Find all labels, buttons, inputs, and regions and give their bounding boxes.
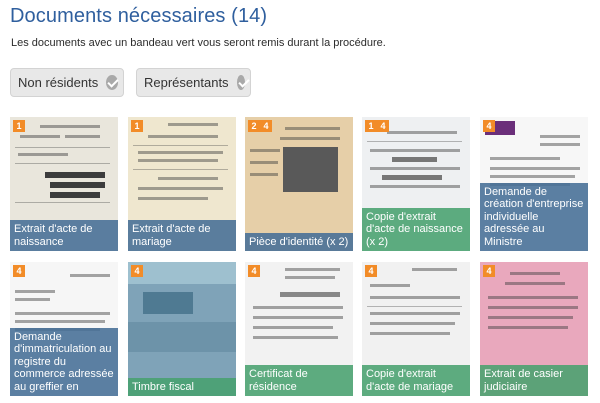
document-thumbnail bbox=[245, 117, 353, 251]
filter-label: Non résidents bbox=[18, 75, 99, 90]
filter-representants-button[interactable]: Représentants bbox=[136, 68, 251, 97]
filter-non-residents-button[interactable]: Non résidents bbox=[10, 68, 124, 97]
document-card-extrait-mariage[interactable]: 1 Extrait d'acte de mariage bbox=[128, 117, 236, 251]
document-card-extrait-naissance[interactable]: 1 Extrait d'acte de naissance bbox=[10, 117, 118, 251]
document-caption: Extrait de casier judiciaire bbox=[480, 365, 588, 396]
step-badge: 1 bbox=[13, 120, 25, 132]
step-badge: 4 bbox=[260, 120, 272, 132]
page-title: Documents nécessaires (14) bbox=[10, 5, 268, 27]
document-caption: Copie d'extrait d'acte de naissance (x 2… bbox=[362, 207, 470, 251]
document-card-timbre-fiscal[interactable]: 4 Timbre fiscal bbox=[128, 262, 236, 396]
filter-label: Représentants bbox=[144, 75, 229, 90]
document-card-copie-naissance[interactable]: 1 4 Copie d'extrait d'acte de naissance … bbox=[362, 117, 470, 251]
document-caption: Copie d'extrait d'acte de mariage bbox=[362, 365, 470, 396]
step-badge: 2 bbox=[248, 120, 260, 132]
document-caption: Extrait d'acte de naissance bbox=[10, 220, 118, 251]
document-card-demande-creation[interactable]: 4 Demande de création d'entreprise indiv… bbox=[480, 117, 588, 251]
document-thumbnail bbox=[128, 262, 236, 396]
document-card-piece-identite[interactable]: 2 4 Pièce d'identité (x 2) bbox=[245, 117, 353, 251]
step-badge: 4 bbox=[248, 265, 260, 277]
document-card-copie-mariage[interactable]: 4 Copie d'extrait d'acte de mariage bbox=[362, 262, 470, 396]
document-card-demande-immatriculation[interactable]: 4 Demande d'immatriculation au registre … bbox=[10, 262, 118, 396]
step-badge: 4 bbox=[483, 120, 495, 132]
document-caption: Extrait d'acte de mariage bbox=[128, 220, 236, 251]
document-card-certificat-residence[interactable]: 4 Certificat de résidence bbox=[245, 262, 353, 396]
step-badge: 4 bbox=[483, 265, 495, 277]
step-badge: 4 bbox=[377, 120, 389, 132]
page-subtitle: Les documents avec un bandeau vert vous … bbox=[11, 37, 386, 49]
document-card-casier-judiciaire[interactable]: 4 Extrait de casier judiciaire bbox=[480, 262, 588, 396]
step-badge: 4 bbox=[131, 265, 143, 277]
check-circle-icon bbox=[106, 75, 118, 90]
document-caption: Certificat de résidence bbox=[245, 365, 353, 396]
document-caption: Pièce d'identité (x 2) bbox=[245, 232, 353, 251]
step-badge: 1 bbox=[365, 120, 377, 132]
step-badge: 4 bbox=[13, 265, 25, 277]
document-caption: Demande de création d'entreprise individ… bbox=[480, 182, 588, 251]
check-circle-icon bbox=[236, 75, 245, 90]
step-badge: 1 bbox=[131, 120, 143, 132]
document-caption: Demande d'immatriculation au registre du… bbox=[10, 327, 118, 396]
step-badge: 4 bbox=[365, 265, 377, 277]
document-caption: Timbre fiscal bbox=[128, 377, 236, 396]
